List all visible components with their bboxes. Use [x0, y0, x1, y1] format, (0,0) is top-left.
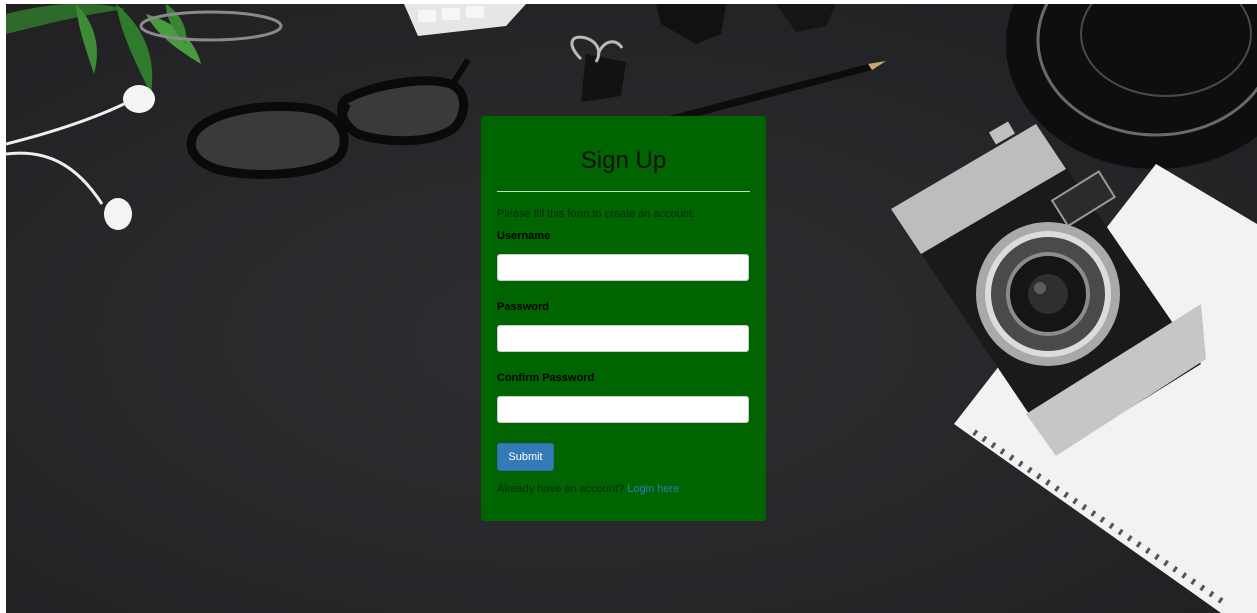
submit-button[interactable]: Submit — [497, 443, 554, 471]
confirm-password-group: Confirm Password — [497, 372, 749, 423]
confirm-password-label: Confirm Password — [497, 372, 595, 384]
keyboard — [404, 4, 526, 36]
signup-card: Sign Up Please fill this form to create … — [481, 116, 766, 521]
password-group: Password — [497, 301, 749, 352]
form-intro-text: Please fill this form to create an accou… — [497, 208, 696, 220]
username-label: Username — [497, 230, 551, 242]
login-link[interactable]: Login here — [627, 483, 679, 495]
login-prompt-text: Already have an account? — [497, 483, 625, 495]
page-background: Sign Up Please fill this form to create … — [6, 4, 1257, 613]
login-prompt: Already have an account? Login here — [497, 483, 679, 496]
password-input[interactable] — [497, 325, 749, 352]
form-title: Sign Up — [580, 147, 667, 174]
eyeglasses — [186, 58, 471, 179]
title-divider — [497, 191, 750, 192]
plant-leaves — [6, 4, 283, 94]
earphones — [6, 85, 155, 230]
confirm-password-input[interactable] — [497, 396, 749, 423]
username-group: Username — [497, 230, 749, 281]
password-label: Password — [497, 301, 549, 313]
username-input[interactable] — [497, 254, 749, 281]
